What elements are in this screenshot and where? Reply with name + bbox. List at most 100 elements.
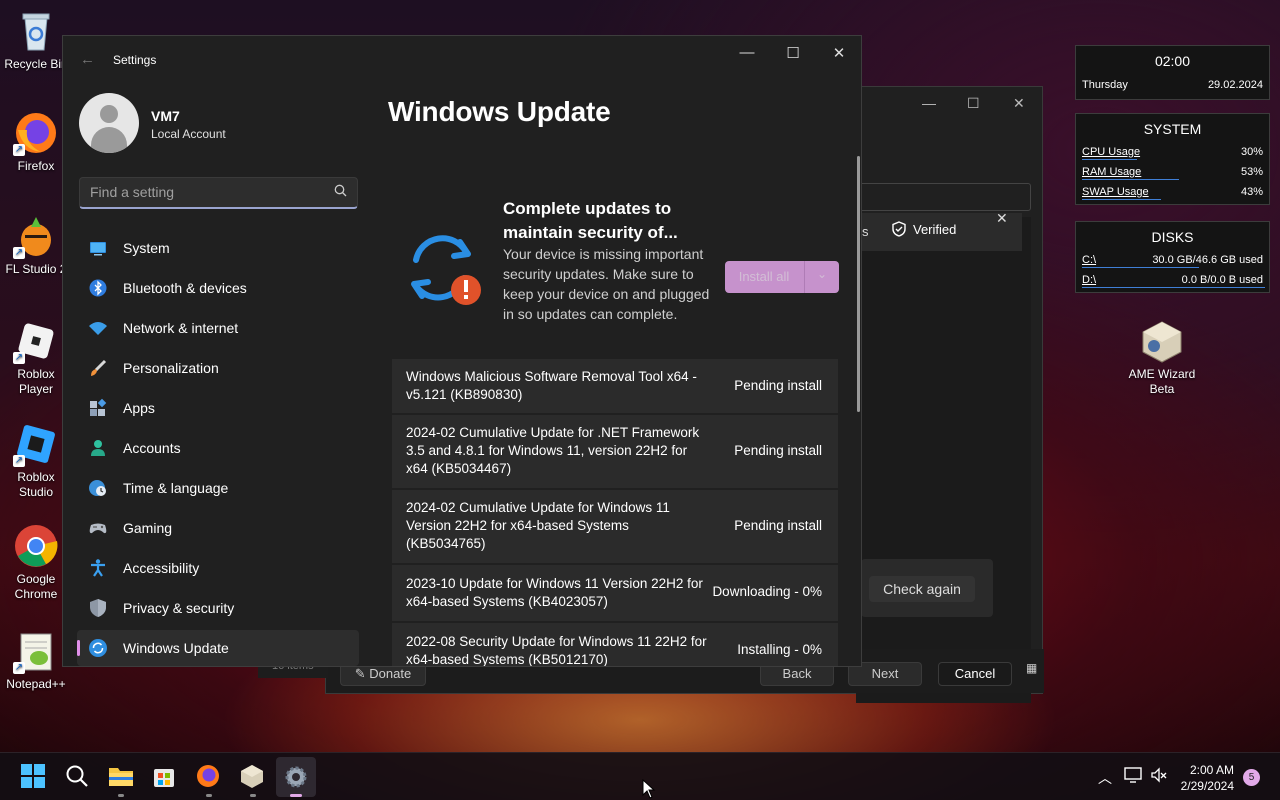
widget-date: 29.02.2024 [1207,79,1263,91]
widget-stat-label[interactable]: C:\ [1082,254,1096,266]
widget-usage-bar [1082,199,1161,200]
desktop-icon-roblox-player[interactable]: ↗ Roblox Player [1,318,71,397]
search-input[interactable] [90,184,320,200]
recycle-bin-icon [13,8,59,54]
person-icon [88,438,108,458]
background-search-box[interactable] [856,183,1031,211]
update-name: 2022-08 Security Update for Windows 11 2… [406,634,707,667]
shield-icon [88,598,108,618]
nav-item-personalization[interactable]: Personalization [77,350,359,386]
roblox-studio-icon: ↗ [13,421,59,467]
mouse-cursor-icon [642,778,656,800]
widget-stat-value: 53% [1240,166,1263,178]
update-row[interactable]: Windows Malicious Software Removal Tool … [392,359,838,413]
nav-item-system[interactable]: System [77,230,359,266]
ame-wizard-icon[interactable] [239,763,267,791]
desktop-icon-fl-studio[interactable]: ↗ FL Studio 2 [1,213,71,277]
widget-stat-label[interactable]: SWAP Usage [1082,186,1149,198]
update-row[interactable]: 2024-02 Cumulative Update for Windows 11… [392,490,838,563]
taskbar-clock[interactable]: 2:00 AM 2/29/2024 [1181,762,1234,794]
close-icon[interactable]: ✕ [819,44,859,62]
chrome-icon [13,523,59,569]
running-indicator [250,794,256,797]
widget-stat-value: 0.0 B/0.0 B used [1181,274,1263,286]
close-icon[interactable]: ✕ [1013,95,1025,112]
ame-wizard-icon [1139,318,1185,364]
search-icon[interactable] [64,763,92,791]
window-title: Settings [113,53,157,67]
settings-window[interactable]: ← Settings — ☐ ✕ VM7 Local Account Syste… [62,35,862,667]
content-scrollbar[interactable] [857,156,860,412]
desktop-icon-label: Notepad++ [6,677,66,691]
desktop-icon-label: Roblox Studio [17,470,55,499]
update-name: 2024-02 Cumulative Update for .NET Frame… [406,425,700,476]
volume-muted-icon[interactable] [1150,767,1168,788]
search-icon[interactable] [334,184,347,200]
refresh-icon [88,638,108,658]
start-button[interactable] [20,763,48,791]
shortcut-arrow-icon: ↗ [13,247,25,259]
cancel-button[interactable]: Cancel [938,662,1012,686]
install-all-button[interactable]: Install all ⌄ [725,261,839,293]
settings-search-box[interactable] [79,177,358,209]
update-row[interactable]: 2024-02 Cumulative Update for .NET Frame… [392,415,838,488]
nav-item-gaming[interactable]: Gaming [77,510,359,546]
update-row[interactable]: 2022-08 Security Update for Windows 11 2… [392,623,838,667]
widget-stat-value: 43% [1240,186,1263,198]
notification-badge[interactable]: 5 [1243,769,1260,786]
background-side-panel [856,217,1031,703]
taskbar-date: 2/29/2024 [1180,779,1234,793]
desktop-icon-roblox-studio[interactable]: ↗ Roblox Studio [1,421,71,500]
avatar[interactable] [79,93,139,153]
chevron-down-icon[interactable]: ⌄ [805,267,839,281]
widget-stat-label[interactable]: CPU Usage [1082,146,1140,158]
network-icon[interactable] [1124,767,1142,788]
microsoft-store-icon[interactable] [151,763,179,791]
active-indicator [290,794,302,797]
widget-usage-bar [1082,159,1137,160]
fl-studio-icon: ↗ [13,213,59,259]
widget-day: Thursday [1082,79,1128,91]
minimize-icon[interactable]: — [922,95,936,111]
minimize-icon[interactable]: — [727,44,767,61]
check-again-card: Check again [861,559,993,617]
view-toggle-icon[interactable]: ▦ [1026,661,1037,675]
nav-item-apps[interactable]: Apps [77,390,359,426]
update-row[interactable]: 2023-10 Update for Windows 11 Version 22… [392,565,838,621]
desktop-icon-firefox[interactable]: ↗ Firefox [1,110,71,174]
file-explorer-icon[interactable] [107,763,135,791]
nav-item-bluetooth[interactable]: Bluetooth & devices [77,270,359,306]
nav-item-label: Gaming [123,520,173,536]
running-indicator [206,794,212,797]
nav-item-label: Network & internet [123,320,239,336]
shortcut-arrow-icon: ↗ [13,144,25,156]
nav-item-accessibility[interactable]: Accessibility [77,550,359,586]
nav-item-label: Accessibility [123,560,200,576]
back-arrow-icon[interactable]: ← [80,51,95,68]
check-again-button[interactable]: Check again [869,576,975,602]
desktop-icon-label: Recycle Bin [4,57,68,71]
desktop-icon-notepad-plus-plus[interactable]: ↗ Notepad++ [1,628,71,692]
popup-close-icon[interactable]: ✕ [996,210,1008,227]
desktop-icon-label: AME Wizard Beta [1128,367,1196,396]
nav-item-windows-update[interactable]: Windows Update [77,630,359,666]
roblox-player-icon: ↗ [13,318,59,364]
desktop-icon-google-chrome[interactable]: Google Chrome [1,523,71,602]
nav-item-accounts[interactable]: Accounts [77,430,359,466]
gear-icon [285,766,307,788]
maximize-icon[interactable]: ☐ [773,44,813,62]
notepad-plus-plus-icon: ↗ [13,628,59,674]
desktop-icon-recycle-bin[interactable]: Recycle Bin [1,8,71,72]
nav-item-network[interactable]: Network & internet [77,310,359,346]
widget-stat-label[interactable]: D:\ [1082,274,1096,286]
maximize-icon[interactable]: ☐ [967,95,980,112]
settings-taskbar-button[interactable] [276,757,316,797]
firefox-icon[interactable] [195,763,223,791]
nav-item-privacy-security[interactable]: Privacy & security [77,590,359,626]
sync-warning-icon [398,224,488,314]
desktop-icon-ame-wizard[interactable]: AME Wizard Beta [1127,318,1197,397]
chevron-up-icon[interactable]: ︿ [1098,768,1112,788]
widget-stat-label[interactable]: RAM Usage [1082,166,1141,178]
shield-check-icon [891,221,907,237]
nav-item-time-language[interactable]: Time & language [77,470,359,506]
